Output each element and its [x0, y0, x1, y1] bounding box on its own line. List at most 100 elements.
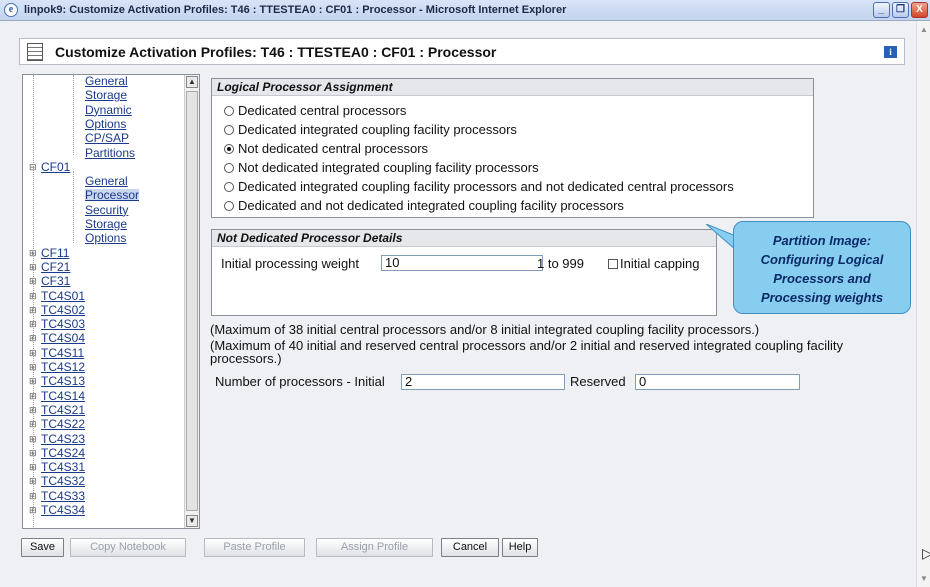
tree-item[interactable]: Dynamic — [85, 104, 132, 116]
tree-list: General Storage Dynamic Options CP/SAP Partit… — [23, 75, 185, 528]
window-controls: _ ❐ X — [873, 2, 928, 18]
assignment-option[interactable]: Dedicated central processors — [224, 103, 406, 118]
page-title: Customize Activation Profiles: T46 : TTE… — [55, 43, 497, 60]
tree-item[interactable]: TC4S24 — [41, 447, 85, 459]
tree-item[interactable]: TC4S04 — [41, 332, 85, 344]
callout-line: Configuring Logical — [760, 252, 884, 267]
tree-item[interactable]: TC4S03 — [41, 318, 85, 330]
tree-item[interactable]: TC4S31 — [41, 461, 85, 473]
assignment-option-label: Dedicated central processors — [238, 103, 407, 118]
logical-processor-assignment-heading: Logical Processor Assignment — [212, 79, 813, 96]
scroll-down-icon[interactable]: ▼ — [920, 574, 928, 583]
max-reserved-note: (Maximum of 40 initial and reserved cent… — [210, 338, 843, 366]
tree-scrollbar[interactable]: ▲ ▼ — [184, 75, 199, 528]
tree-item[interactable]: TC4S01 — [41, 290, 85, 302]
reserved-processors-input[interactable]: 0 — [635, 374, 800, 390]
tree-item[interactable]: Processor — [85, 189, 140, 202]
tree-item[interactable]: TC4S22 — [41, 418, 85, 430]
notebook-icon — [27, 42, 43, 61]
tree-item[interactable]: CF11 — [41, 247, 69, 259]
max-initial-note: (Maximum of 38 initial central processor… — [210, 322, 760, 337]
assignment-option[interactable]: Dedicated and not dedicated integrated c… — [224, 198, 624, 213]
radio-button[interactable] — [224, 105, 234, 116]
logical-processor-assignment-group: Logical Processor Assignment Dedicated c… — [211, 78, 814, 218]
restore-button[interactable]: ❐ — [892, 2, 909, 18]
callout-line: Partition Image: — [772, 233, 872, 248]
tree-item[interactable]: TC4S11 — [41, 347, 84, 359]
help-button[interactable]: Help — [502, 538, 538, 557]
tree-item[interactable]: CF21 — [41, 261, 70, 273]
tree-scroll-thumb[interactable] — [186, 91, 198, 511]
save-button[interactable]: Save — [21, 538, 64, 557]
tree-item[interactable]: CF01 — [41, 161, 70, 173]
callout-line: Processors and — [773, 271, 871, 286]
tree-item[interactable]: TC4S32 — [41, 475, 85, 487]
initial-capping-label: Initial capping — [620, 256, 700, 271]
not-dedicated-details-heading: Not Dedicated Processor Details — [212, 230, 716, 247]
tree-item[interactable]: Options — [85, 232, 126, 244]
reserved-processors-label: Reserved — [570, 374, 626, 389]
scroll-up-icon[interactable]: ▲ — [920, 25, 928, 34]
initial-processors-input[interactable]: 2 — [401, 374, 565, 390]
radio-button[interactable] — [224, 143, 234, 154]
tree-item[interactable]: TC4S13 — [41, 375, 85, 387]
assignment-option[interactable]: Not dedicated central processors — [224, 141, 428, 156]
tree-item[interactable]: Partitions — [85, 147, 135, 159]
tree-item[interactable]: TC4S02 — [41, 304, 85, 316]
tree-guide-line — [73, 75, 74, 155]
tree-item[interactable]: TC4S12 — [41, 361, 85, 373]
radio-button[interactable] — [224, 162, 234, 173]
radio-button[interactable] — [224, 200, 234, 211]
initial-weight-label: Initial processing weight — [221, 256, 360, 271]
weight-range-label: 1 to 999 — [537, 256, 584, 271]
copy-notebook-button[interactable]: Copy Notebook — [70, 538, 186, 557]
tree-item[interactable]: TC4S14 — [41, 390, 85, 402]
not-dedicated-details-group: Not Dedicated Processor Details Initial … — [211, 229, 717, 316]
tree-item[interactable]: General — [85, 175, 128, 187]
info-icon[interactable]: i — [884, 46, 897, 58]
tree-guide-line — [73, 171, 74, 243]
initial-weight-input[interactable]: 10 — [381, 255, 543, 271]
assignment-option-label: Dedicated integrated coupling facility p… — [238, 179, 734, 194]
tree-item[interactable]: TC4S34 — [41, 504, 85, 516]
tree-item[interactable]: Storage — [85, 89, 127, 101]
tree-item[interactable]: CP/SAP — [85, 132, 129, 144]
close-button[interactable]: X — [911, 2, 928, 18]
assignment-option-label: Dedicated and not dedicated integrated c… — [238, 198, 624, 213]
mouse-cursor-icon: ▷ — [922, 545, 930, 561]
initial-capping-checkbox[interactable] — [608, 259, 618, 269]
assignment-option[interactable]: Dedicated integrated coupling facility p… — [224, 122, 517, 137]
profile-tree: General Storage Dynamic Options CP/SAP Partit… — [22, 74, 200, 529]
tree-item[interactable]: TC4S21 — [41, 404, 85, 416]
tree-scroll-down-icon[interactable]: ▼ — [186, 515, 198, 527]
tree-item[interactable]: TC4S23 — [41, 433, 85, 445]
tree-item[interactable]: Security — [85, 204, 128, 216]
internet-explorer-icon: e — [4, 3, 18, 17]
tree-guide-line — [33, 75, 34, 528]
annotation-callout: Partition Image: Configuring Logical Pro… — [733, 221, 911, 314]
window-title-bar: e linpok9: Customize Activation Profiles… — [0, 0, 930, 21]
window-title: linpok9: Customize Activation Profiles: … — [24, 4, 567, 16]
minimize-button[interactable]: _ — [873, 2, 890, 18]
callout-line: Processing weights — [760, 290, 884, 305]
tree-scroll-up-icon[interactable]: ▲ — [186, 76, 198, 88]
initial-capping-option[interactable]: Initial capping — [608, 256, 700, 271]
notebook-header: Customize Activation Profiles: T46 : TTE… — [19, 38, 905, 65]
assignment-option[interactable]: Not dedicated integrated coupling facili… — [224, 160, 539, 175]
cancel-button[interactable]: Cancel — [441, 538, 499, 557]
radio-button[interactable] — [224, 181, 234, 192]
tree-item[interactable]: Storage — [85, 218, 127, 230]
tree-item[interactable]: CF31 — [41, 275, 70, 287]
assign-profile-button[interactable]: Assign Profile — [316, 538, 433, 557]
initial-processors-label: Number of processors - Initial — [215, 374, 385, 389]
paste-profile-button[interactable]: Paste Profile — [204, 538, 305, 557]
radio-button[interactable] — [224, 124, 234, 135]
tree-item[interactable]: Options — [85, 118, 126, 130]
assignment-option-label: Dedicated integrated coupling facility p… — [238, 122, 517, 137]
page-scrollbar[interactable]: ▲ ▼ — [916, 21, 930, 587]
tree-item[interactable]: General — [85, 75, 128, 87]
tree-item[interactable]: TC4S33 — [41, 490, 85, 502]
assignment-option-label: Not dedicated central processors — [238, 141, 429, 156]
assignment-option-label: Not dedicated integrated coupling facili… — [238, 160, 539, 175]
assignment-option[interactable]: Dedicated integrated coupling facility p… — [224, 179, 734, 194]
